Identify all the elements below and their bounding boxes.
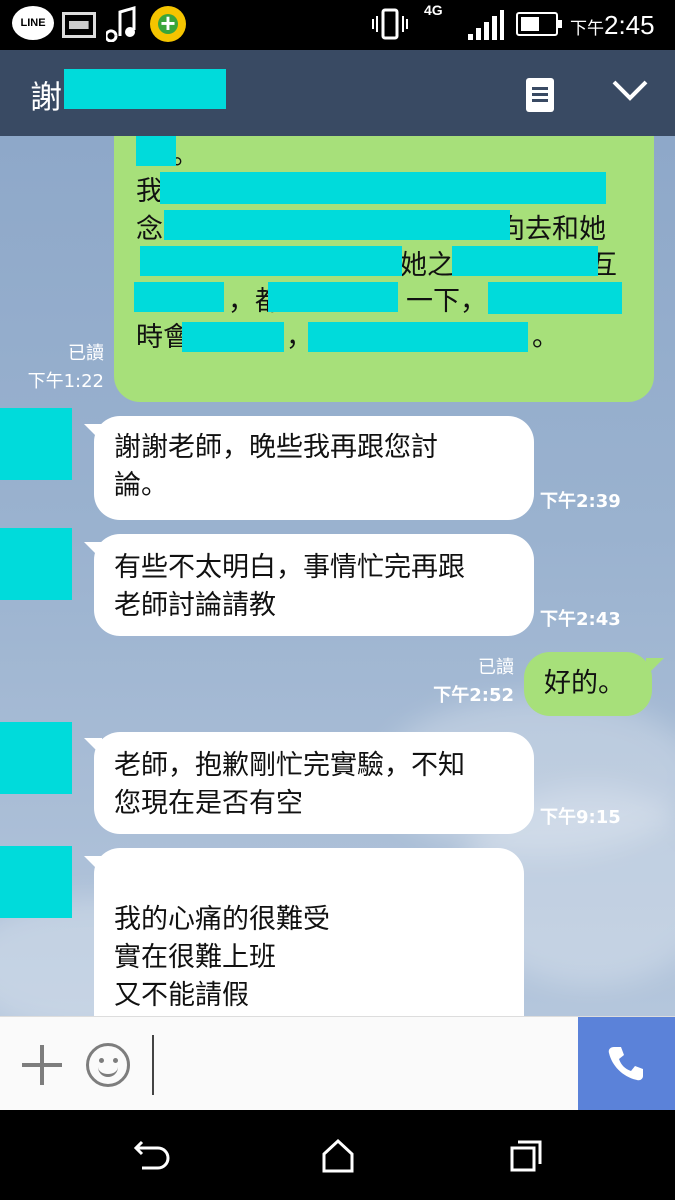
- message-text: 一下，: [406, 286, 487, 317]
- message-text: 念: [136, 214, 163, 245]
- message-time: 下午2:43: [540, 609, 621, 630]
- message-text: 我: [136, 176, 163, 207]
- contact-avatar[interactable]: [0, 408, 72, 480]
- redaction-block: [452, 246, 598, 276]
- redaction-block: [268, 282, 398, 312]
- smiley-icon[interactable]: [86, 1043, 130, 1087]
- call-button[interactable]: [578, 1017, 675, 1111]
- app-plus-icon: [150, 6, 186, 42]
- message-text: 謝謝老師，晚些我再跟您討: [114, 432, 438, 463]
- message-text: 老師，抱歉剛忙完實驗，不知: [114, 750, 465, 781]
- phone-icon: [608, 1047, 643, 1081]
- contact-avatar[interactable]: [0, 846, 72, 918]
- redaction-block: [182, 322, 284, 352]
- home-icon[interactable]: [318, 1138, 358, 1174]
- message-meta: 已讀 下午2:52: [420, 654, 514, 710]
- back-icon[interactable]: [130, 1138, 170, 1174]
- redaction-block: [488, 282, 622, 314]
- message-text: 好的。: [544, 668, 625, 699]
- message-text: 您現在是否有空: [114, 788, 303, 819]
- message-input[interactable]: [152, 1035, 572, 1095]
- message-time: 下午2:52: [433, 685, 514, 706]
- message-text: 有些不太明白，事情忙完再跟: [114, 552, 465, 583]
- message-text: 我的心痛的很難受: [114, 904, 330, 935]
- network-type: 4G: [424, 2, 443, 18]
- chat-area[interactable]: 時 。 我 念 向去和她 她之 互 ，都 一下， 時會 ， 。 已讀 下午1:2…: [0, 136, 675, 1016]
- chat-header: 謝: [0, 50, 675, 136]
- message-text: 論。: [114, 470, 168, 501]
- message-bubble-outgoing[interactable]: 時 。 我 念 向去和她 她之 互 ，都 一下， 時會 ， 。: [114, 136, 654, 402]
- redaction-block: [64, 69, 226, 109]
- bubble-tail: [646, 658, 664, 676]
- redaction-block: [134, 282, 224, 312]
- plus-icon[interactable]: [22, 1045, 62, 1085]
- redaction-block: [160, 172, 606, 204]
- message-text: 又不能請假: [114, 980, 249, 1011]
- redaction-block: [136, 136, 176, 166]
- redaction-block: [140, 246, 402, 276]
- message-input-bar: [0, 1016, 675, 1111]
- music-icon: [106, 6, 136, 42]
- message-bubble-incoming[interactable]: 老師，抱歉剛忙完實驗，不知 您現在是否有空: [94, 732, 534, 834]
- message-bubble-incoming[interactable]: 有些不太明白，事情忙完再跟 老師討論請教: [94, 534, 534, 636]
- vibrate-icon: [372, 8, 408, 40]
- gallery-icon: [62, 12, 96, 38]
- message-bubble-outgoing[interactable]: 好的。: [524, 652, 652, 716]
- message-time: 下午1:22: [27, 371, 104, 392]
- message-text: 。: [172, 140, 199, 171]
- read-receipt: 已讀: [478, 657, 514, 678]
- message-bubble-incoming[interactable]: 謝謝老師，晚些我再跟您討 論。: [94, 416, 534, 520]
- message-time: 下午9:15: [540, 807, 621, 828]
- battery-icon: [516, 12, 562, 36]
- list-icon[interactable]: [526, 78, 554, 112]
- message-text: 。: [532, 322, 559, 353]
- signal-icon: [468, 10, 504, 40]
- message-text: 老師討論請教: [114, 590, 276, 621]
- read-receipt: 已讀: [68, 343, 104, 364]
- message-text: 實在很難上班: [114, 942, 276, 973]
- redaction-block: [164, 210, 510, 240]
- message-bubble-incoming[interactable]: 我的心痛的很難受 實在很難上班 又不能請假: [94, 848, 524, 1016]
- clock: 下午2:45: [570, 10, 655, 40]
- chevron-down-icon[interactable]: [612, 72, 648, 108]
- message-time: 下午2:39: [540, 491, 621, 512]
- system-nav-bar: [0, 1110, 675, 1200]
- redaction-block: [308, 322, 528, 352]
- recent-apps-icon[interactable]: [506, 1138, 546, 1174]
- contact-avatar[interactable]: [0, 722, 72, 794]
- message-text: 她之: [400, 250, 454, 281]
- status-bar: LINE 4G 下午2:45: [0, 0, 675, 50]
- contact-avatar[interactable]: [0, 528, 72, 600]
- contact-name[interactable]: 謝: [30, 72, 62, 118]
- message-meta: 已讀 下午1:22: [10, 340, 104, 396]
- message-text: 向去和她: [498, 214, 606, 245]
- line-app-icon: LINE: [12, 6, 54, 40]
